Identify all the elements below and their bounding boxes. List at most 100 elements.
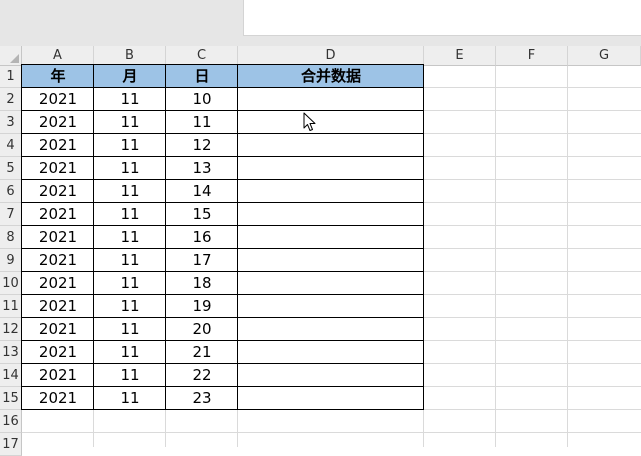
cell-d13[interactable] — [238, 341, 424, 364]
cell-d7[interactable] — [238, 203, 424, 226]
row-header-8[interactable]: 8 — [0, 226, 22, 249]
column-header-g[interactable]: G — [568, 46, 641, 66]
column-header-c[interactable]: C — [166, 46, 238, 66]
cell-d3[interactable] — [238, 111, 424, 134]
row-header-1[interactable]: 1 — [0, 65, 22, 88]
cell-c14[interactable]: 22 — [166, 364, 238, 387]
row-header-3[interactable]: 3 — [0, 111, 22, 134]
row-header-9[interactable]: 9 — [0, 249, 22, 272]
cell-a15[interactable]: 2021 — [22, 387, 94, 410]
cell-c6[interactable]: 14 — [166, 180, 238, 203]
cell-a7[interactable]: 2021 — [22, 203, 94, 226]
table-border-horizontal — [21, 87, 424, 88]
cell-a12[interactable]: 2021 — [22, 318, 94, 341]
cell-d15[interactable] — [238, 387, 424, 410]
row-header-2[interactable]: 2 — [0, 88, 22, 111]
cell-a9[interactable]: 2021 — [22, 249, 94, 272]
row-header-5[interactable]: 5 — [0, 157, 22, 180]
cell-c12[interactable]: 20 — [166, 318, 238, 341]
table-border-horizontal — [21, 317, 424, 318]
row-header-6[interactable]: 6 — [0, 180, 22, 203]
cell-d12[interactable] — [238, 318, 424, 341]
cell-d4[interactable] — [238, 134, 424, 157]
cell-a13[interactable]: 2021 — [22, 341, 94, 364]
row-header-14[interactable]: 14 — [0, 364, 22, 387]
row-header-13[interactable]: 13 — [0, 341, 22, 364]
cell-a10[interactable]: 2021 — [22, 272, 94, 295]
row-header-4[interactable]: 4 — [0, 134, 22, 157]
column-header-a[interactable]: A — [22, 46, 94, 66]
cell-d11[interactable] — [238, 295, 424, 318]
cell-b3[interactable]: 11 — [94, 111, 166, 134]
spreadsheet-grid[interactable]: ABCDEFG 1 2 3 4 5 6 7 8 9 10 11 12 13 14 15 16 17 年月日合并数… — [0, 46, 641, 456]
cell-b13[interactable]: 11 — [94, 341, 166, 364]
cell-b7[interactable]: 11 — [94, 203, 166, 226]
row-header-17[interactable]: 17 — [0, 433, 22, 456]
cell-a3[interactable]: 2021 — [22, 111, 94, 134]
cell-a4[interactable]: 2021 — [22, 134, 94, 157]
cell-d6[interactable] — [238, 180, 424, 203]
cell-d14[interactable] — [238, 364, 424, 387]
cell-c11[interactable]: 19 — [166, 295, 238, 318]
cell-b15[interactable]: 11 — [94, 387, 166, 410]
cell-b6[interactable]: 11 — [94, 180, 166, 203]
cell-b9[interactable]: 11 — [94, 249, 166, 272]
cell-d5[interactable] — [238, 157, 424, 180]
select-all-button[interactable] — [0, 46, 22, 66]
cell-c2[interactable]: 10 — [166, 88, 238, 111]
row-header-11[interactable]: 11 — [0, 295, 22, 318]
row-header-16[interactable]: 16 — [0, 410, 22, 433]
cell-d9[interactable] — [238, 249, 424, 272]
row-header-15[interactable]: 15 — [0, 387, 22, 410]
cell-b12[interactable]: 11 — [94, 318, 166, 341]
table-border-horizontal — [21, 202, 424, 203]
cell-a6[interactable]: 2021 — [22, 180, 94, 203]
cell-c10[interactable]: 18 — [166, 272, 238, 295]
name-box[interactable] — [0, 0, 244, 36]
cell-c9[interactable]: 17 — [166, 249, 238, 272]
cell-d8[interactable] — [238, 226, 424, 249]
cell-c4[interactable]: 12 — [166, 134, 238, 157]
table-border-horizontal — [21, 179, 424, 180]
row-header-7[interactable]: 7 — [0, 203, 22, 226]
cell-a8[interactable]: 2021 — [22, 226, 94, 249]
table-border-vertical — [165, 64, 166, 410]
cell-c7[interactable]: 15 — [166, 203, 238, 226]
row-header-10[interactable]: 10 — [0, 272, 22, 295]
table-border-horizontal — [21, 110, 424, 111]
column-header-d[interactable]: D — [238, 46, 424, 66]
table-border-vertical — [21, 64, 22, 410]
header-cell-c[interactable]: 日 — [166, 65, 238, 88]
table-border-horizontal — [21, 248, 424, 249]
cell-b11[interactable]: 11 — [94, 295, 166, 318]
formula-bar-area — [0, 0, 641, 46]
cell-d10[interactable] — [238, 272, 424, 295]
table-border-vertical — [423, 64, 424, 410]
row-header-12[interactable]: 12 — [0, 318, 22, 341]
column-header-e[interactable]: E — [424, 46, 496, 66]
cell-a2[interactable]: 2021 — [22, 88, 94, 111]
header-cell-b[interactable]: 月 — [94, 65, 166, 88]
cell-b10[interactable]: 11 — [94, 272, 166, 295]
header-cell-d[interactable]: 合并数据 — [238, 65, 424, 88]
cell-c13[interactable]: 21 — [166, 341, 238, 364]
column-header-f[interactable]: F — [496, 46, 568, 66]
header-cell-a[interactable]: 年 — [22, 65, 94, 88]
cell-b14[interactable]: 11 — [94, 364, 166, 387]
cell-c5[interactable]: 13 — [166, 157, 238, 180]
cell-b4[interactable]: 11 — [94, 134, 166, 157]
cell-b8[interactable]: 11 — [94, 226, 166, 249]
cell-c15[interactable]: 23 — [166, 387, 238, 410]
cell-b5[interactable]: 11 — [94, 157, 166, 180]
mouse-pointer-icon — [303, 112, 317, 136]
cell-c3[interactable]: 11 — [166, 111, 238, 134]
cell-b2[interactable]: 11 — [94, 88, 166, 111]
cell-d2[interactable] — [238, 88, 424, 111]
cell-a5[interactable]: 2021 — [22, 157, 94, 180]
cell-a11[interactable]: 2021 — [22, 295, 94, 318]
table-border-horizontal — [21, 409, 424, 410]
cell-c8[interactable]: 16 — [166, 226, 238, 249]
formula-input[interactable] — [244, 0, 641, 36]
cell-a14[interactable]: 2021 — [22, 364, 94, 387]
column-header-b[interactable]: B — [94, 46, 166, 66]
